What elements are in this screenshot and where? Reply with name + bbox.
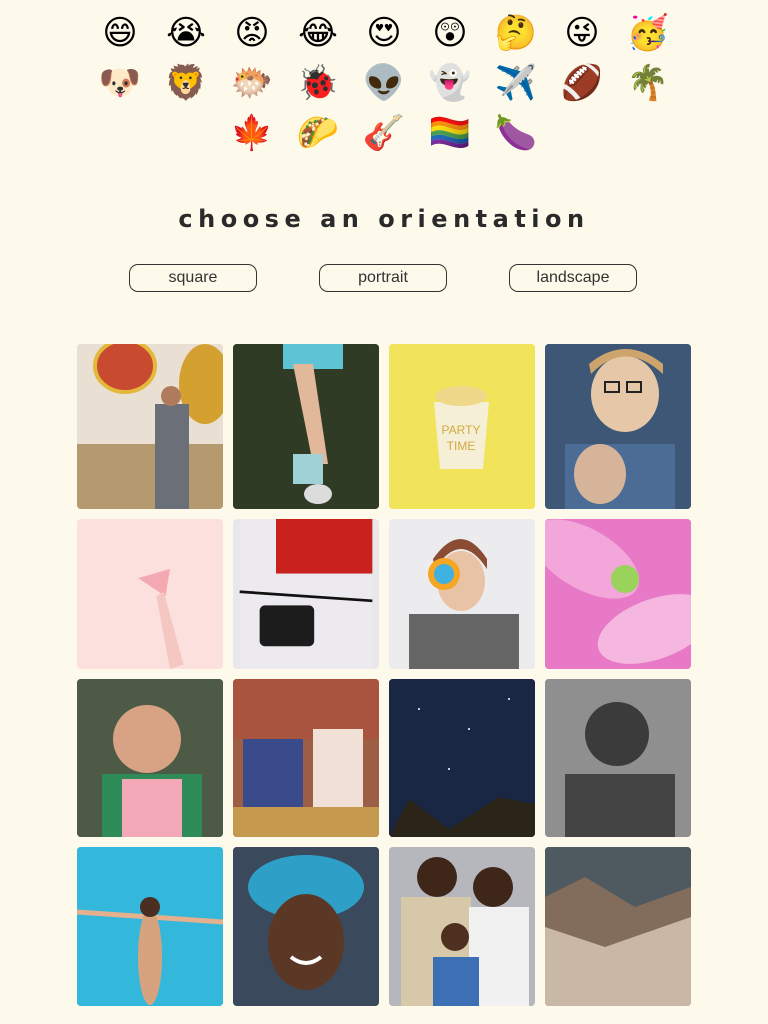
emoji-row: 😄 😭 😡 😂 😍 😲 🤔 😜 🥳 bbox=[0, 8, 768, 58]
dog-face-icon[interactable]: 🐶 bbox=[87, 58, 153, 108]
svg-text:TIME: TIME bbox=[447, 439, 476, 453]
alien-icon[interactable]: 👽 bbox=[351, 58, 417, 108]
heart-eyes-face-icon[interactable]: 😍 bbox=[351, 8, 417, 58]
partying-face-icon[interactable]: 🥳 bbox=[615, 8, 681, 58]
photo-pink-drink[interactable] bbox=[77, 519, 223, 669]
palm-tree-icon[interactable]: 🌴 bbox=[615, 58, 681, 108]
guitar-icon[interactable]: 🎸 bbox=[351, 108, 417, 158]
photo-hot-air-balloons-girl[interactable] bbox=[77, 344, 223, 509]
svg-text:PARTY: PARTY bbox=[442, 423, 481, 437]
taco-icon[interactable]: 🌮 bbox=[285, 108, 351, 158]
photo-man-glasses[interactable] bbox=[545, 344, 691, 509]
photo-woman-pool[interactable] bbox=[77, 847, 223, 1006]
photo-kids-reading[interactable] bbox=[233, 679, 379, 837]
photo-man-turban[interactable] bbox=[233, 847, 379, 1006]
lion-face-icon[interactable]: 🦁 bbox=[153, 58, 219, 108]
emoji-row: 🍁 🌮 🎸 🏳️‍🌈 🍆 bbox=[0, 108, 768, 158]
landscape-button[interactable]: landscape bbox=[509, 264, 637, 292]
emoji-row: 🐶 🦁 🐡 🐞 👽 👻 ✈️ 🏈 🌴 bbox=[0, 58, 768, 108]
photo-legs-sneakers[interactable] bbox=[233, 344, 379, 509]
tears-of-joy-face-icon[interactable]: 😂 bbox=[285, 8, 351, 58]
grinning-face-icon[interactable]: 😄 bbox=[87, 8, 153, 58]
photo-rocky-hiker[interactable] bbox=[545, 847, 691, 1006]
eggplant-icon[interactable]: 🍆 bbox=[483, 108, 549, 158]
blowfish-icon[interactable]: 🐡 bbox=[219, 58, 285, 108]
loudly-crying-face-icon[interactable]: 😭 bbox=[153, 8, 219, 58]
winking-tongue-face-icon[interactable]: 😜 bbox=[549, 8, 615, 58]
photo-ysl-bag-chanel[interactable] bbox=[233, 519, 379, 669]
astonished-face-icon[interactable]: 😲 bbox=[417, 8, 483, 58]
photo-pink-flower[interactable] bbox=[545, 519, 691, 669]
square-button[interactable]: square bbox=[129, 264, 257, 292]
photo-child-smiling[interactable] bbox=[77, 679, 223, 837]
thinking-face-icon[interactable]: 🤔 bbox=[483, 8, 549, 58]
ghost-icon[interactable]: 👻 bbox=[417, 58, 483, 108]
rainbow-flag-icon[interactable]: 🏳️‍🌈 bbox=[417, 108, 483, 158]
american-football-icon[interactable]: 🏈 bbox=[549, 58, 615, 108]
orientation-button-group: square portrait landscape bbox=[0, 264, 768, 294]
airplane-icon[interactable]: ✈️ bbox=[483, 58, 549, 108]
ladybug-icon[interactable]: 🐞 bbox=[285, 58, 351, 108]
angry-face-icon[interactable]: 😡 bbox=[219, 8, 285, 58]
photo-night-sky[interactable] bbox=[389, 679, 535, 837]
photo-party-time-cup[interactable]: PARTY TIME bbox=[389, 344, 535, 509]
maple-leaf-icon[interactable]: 🍁 bbox=[219, 108, 285, 158]
portrait-button[interactable]: portrait bbox=[319, 264, 447, 292]
photo-woman-lollipop[interactable] bbox=[389, 519, 535, 669]
orientation-heading: choose an orientation bbox=[178, 205, 590, 233]
photo-elder-bw[interactable] bbox=[545, 679, 691, 837]
emoji-picker: 😄 😭 😡 😂 😍 😲 🤔 😜 🥳 🐶 🦁 🐡 🐞 👽 👻 ✈️ 🏈 🌴 🍁 🌮 🎸 🏳️‍🌈 🍆 bbox=[0, 8, 768, 158]
photo-family-portrait[interactable] bbox=[389, 847, 535, 1006]
